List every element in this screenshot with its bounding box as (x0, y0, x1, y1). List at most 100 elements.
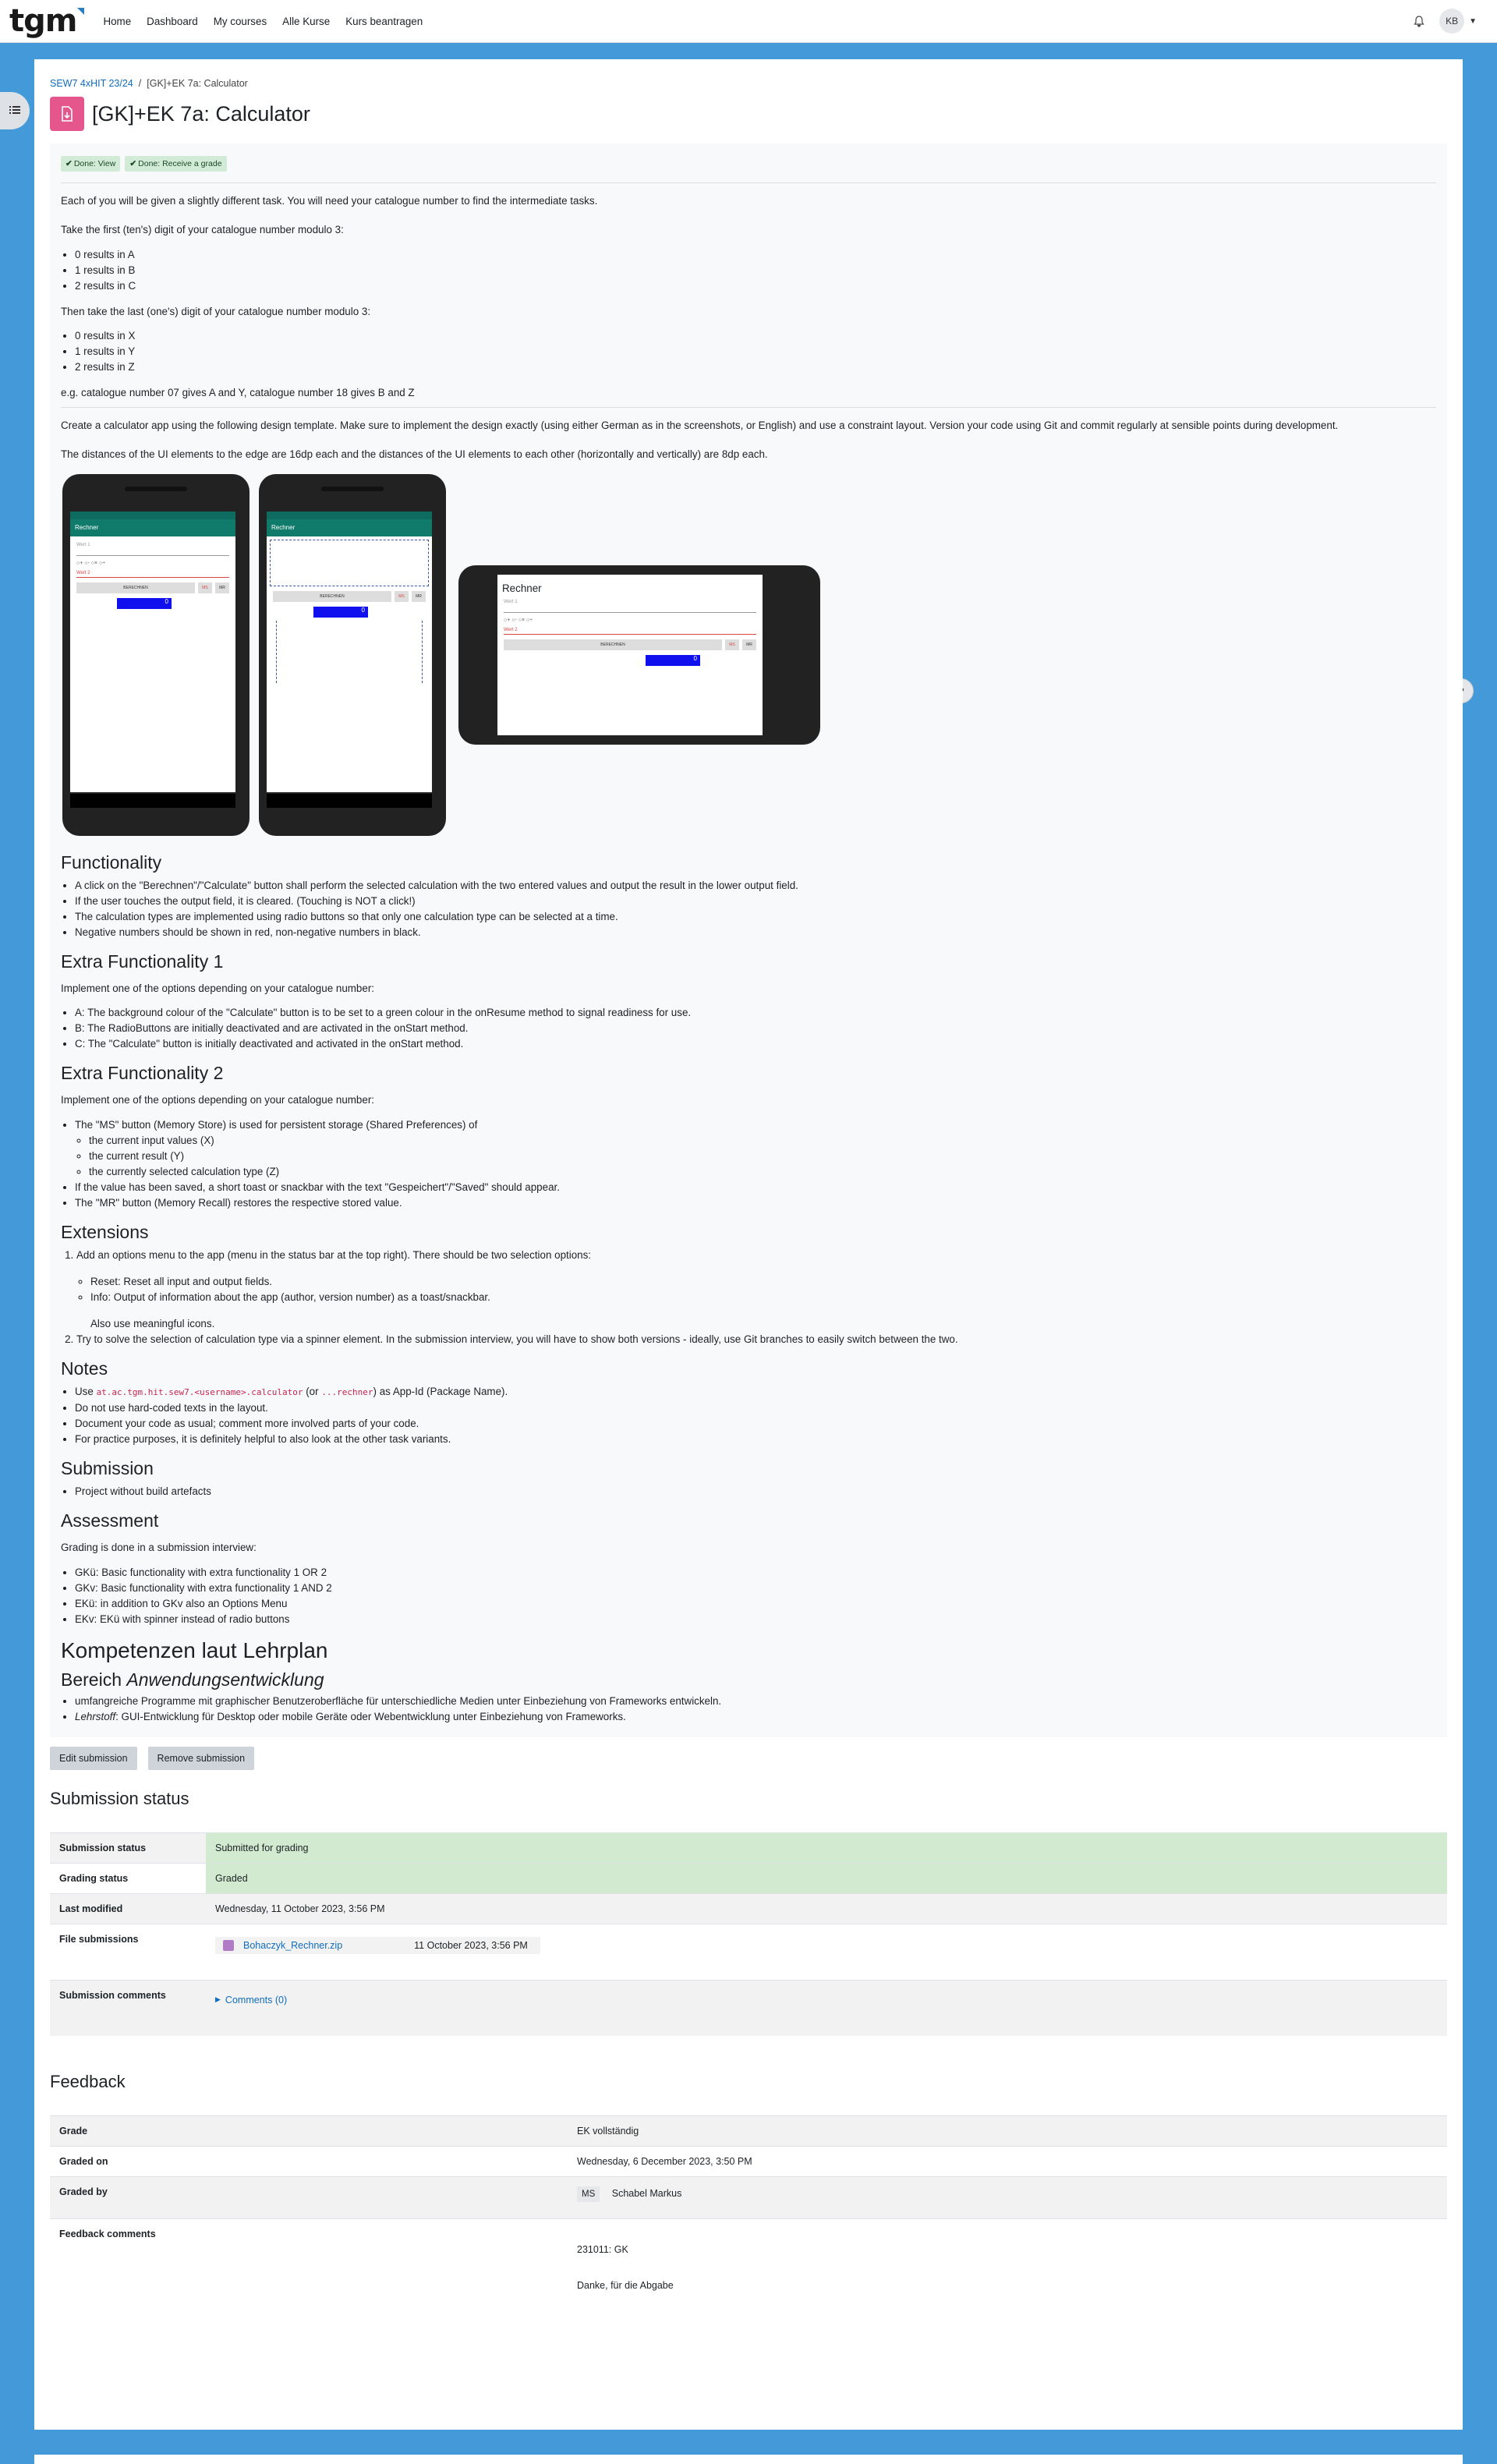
list-item: Info: Output of information about the ap… (90, 1290, 1436, 1305)
user-menu-chevron-down-icon[interactable]: ▼ (1469, 17, 1477, 26)
app-id-code: at.ac.tgm.hit.sew7.<username>.calculator (96, 1387, 303, 1398)
grading-status-label: Grading status (50, 1862, 206, 1894)
grader-name[interactable]: Schabel Markus (612, 2188, 682, 2199)
list-item: Use at.ac.tgm.hit.sew7.<username>.calcul… (75, 1384, 1436, 1400)
submission-comments-label: Submission comments (50, 1979, 206, 2037)
list-item: EKv: EKü with spinner instead of radio b… (75, 1612, 1436, 1627)
feedback-comments-label: Feedback comments (50, 2218, 568, 2326)
table-row: Graded by MS Schabel Markus (50, 2176, 1447, 2219)
divider (61, 182, 1436, 183)
list-item: 1 results in B (75, 263, 1436, 278)
task-paragraph: Create a calculator app using the follow… (61, 420, 1339, 432)
extra1-intro: Implement one of the options depending o… (61, 982, 374, 994)
mockup-calc-button: BERECHNEN (504, 639, 722, 650)
mockup-calc-button: BERECHNEN (273, 590, 391, 602)
icons-note: Also use meaningful icons. (90, 1318, 215, 1330)
top-navbar: tgm Home Dashboard My courses Alle Kurse… (0, 0, 1497, 43)
submission-heading: Submission (61, 1458, 154, 1479)
mockup-value2-label: Wert 2 (76, 570, 90, 575)
completion-badge-grade: ✔ Done: Receive a grade (125, 156, 227, 172)
intro-paragraph: Take the first (ten's) digit of your cat… (61, 223, 344, 235)
mockup-app-title: Rechner (502, 582, 542, 594)
table-row: Submission status Submitted for grading (50, 1832, 1447, 1864)
mockup-app-title: Rechner (267, 519, 432, 536)
submission-status-value: Submitted for grading (206, 1832, 1447, 1864)
nav-kurs-beantragen[interactable]: Kurs beantragen (345, 16, 423, 27)
nav-alle-kurse[interactable]: Alle Kurse (282, 16, 330, 27)
file-submissions-label: File submissions (50, 1923, 206, 1981)
functionality-list: A click on the "Berechnen"/"Calculate" b… (75, 878, 1436, 940)
submission-status-label: Submission status (50, 1832, 206, 1864)
user-avatar[interactable]: KB (1439, 9, 1465, 34)
ones-digit-list: 0 results in X 1 results in Y 2 results … (75, 328, 1436, 375)
list-item: If the user touches the output field, it… (75, 894, 1436, 909)
mockup-ms-button: MS (198, 582, 212, 593)
divider (61, 407, 1436, 409)
completion-badge-view: ✔ Done: View (61, 156, 121, 172)
list-item: 2 results in Z (75, 359, 1436, 375)
mockup-output: 0 (117, 597, 172, 609)
main-content: SEW7 4xHIT 23/24 / [GK]+EK 7a: Calculato… (34, 59, 1463, 2430)
submitted-file-date: 11 October 2023, 3:56 PM (414, 1939, 528, 1951)
table-row: Graded on Wednesday, 6 December 2023, 3:… (50, 2146, 1447, 2177)
nav-my-courses[interactable]: My courses (214, 16, 267, 27)
course-index-toggle-button[interactable] (0, 92, 30, 129)
table-row: Feedback comments 231011: GK Danke, für … (50, 2218, 1447, 2326)
intro-paragraph: Each of you will be given a slightly dif… (61, 195, 598, 207)
list-item: The calculation types are implemented us… (75, 909, 1436, 925)
mockup-ms-button: MS (725, 639, 739, 650)
nav-home[interactable]: Home (103, 16, 131, 27)
assessment-heading: Assessment (61, 1510, 159, 1531)
table-row: Grade EK vollständig (50, 2115, 1447, 2147)
submitted-file: Bohaczyk_Rechner.zip 11 October 2023, 3:… (215, 1936, 540, 1954)
mockup-value2-label: Wert 2 (504, 627, 518, 632)
table-row: Grading status Graded (50, 1862, 1447, 1894)
notification-bell-icon[interactable] (1413, 15, 1425, 27)
table-row: File submissions Bohaczyk_Rechner.zip 11… (50, 1923, 1447, 1981)
mockup-value1-label: Wert 1 (504, 599, 518, 604)
grader-avatar: MS (577, 2186, 600, 2203)
mockup-value1-label: Wert 1 (76, 542, 90, 547)
graded-on-value: Wednesday, 6 December 2023, 3:50 PM (568, 2146, 1447, 2177)
mockup-mr-button: MR (412, 590, 426, 602)
notes-list: Use at.ac.tgm.hit.sew7.<username>.calcul… (75, 1384, 1436, 1447)
breadcrumb-course-link[interactable]: SEW7 4xHIT 23/24 (50, 78, 133, 89)
list-item: C: The "Calculate" button is initially d… (75, 1036, 1436, 1052)
bereich-heading: Bereich Anwendungsentwicklung (61, 1669, 324, 1690)
last-modified-value: Wednesday, 11 October 2023, 3:56 PM (206, 1892, 1447, 1924)
list-item: 1 results in Y (75, 344, 1436, 359)
tens-digit-list: 0 results in A 1 results in B 2 results … (75, 247, 1436, 294)
phone-mockup-portrait: Rechner Wert 1 ○+ ○- ○× ○÷ Wert 2 BERECH… (62, 473, 250, 836)
edit-submission-button[interactable]: Edit submission (50, 1746, 137, 1770)
nav-dashboard[interactable]: Dashboard (147, 16, 198, 27)
feedback-comment-line: Danke, für die Abgabe (577, 2280, 674, 2292)
list-item: the current result (Y) (89, 1149, 1436, 1164)
mockup-ms-button: MS (395, 590, 409, 602)
submission-status-table: Submission status Submitted for grading … (50, 1832, 1447, 2037)
list-item: 0 results in X (75, 328, 1436, 344)
list-item: A click on the "Berechnen"/"Calculate" b… (75, 878, 1436, 894)
remove-submission-button[interactable]: Remove submission (147, 1746, 255, 1770)
assessment-list: GKü: Basic functionality with extra func… (75, 1565, 1436, 1627)
breadcrumb-current: [GK]+EK 7a: Calculator (147, 78, 248, 89)
list-item: If the value has been saved, a short toa… (75, 1180, 1436, 1195)
site-logo[interactable]: tgm (9, 5, 85, 37)
list-item: The "MR" button (Memory Recall) restores… (75, 1195, 1436, 1211)
phone-mockup-dimensions: Rechner BERECHNEN MS MR 0 (259, 473, 446, 836)
comments-toggle[interactable]: ▶ Comments (0) (215, 1995, 1438, 2006)
footer-strip (34, 2455, 1463, 2464)
notes-heading: Notes (61, 1358, 108, 1379)
assessment-intro: Grading is done in a submission intervie… (61, 1542, 257, 1554)
table-row: Last modified Wednesday, 11 October 2023… (50, 1892, 1447, 1924)
list-item: The "MS" button (Memory Store) is used f… (75, 1117, 1436, 1180)
phone-mockup-landscape: Rechner Wert 1 ○+ ○- ○× ○÷ Wert 2 BERECH… (458, 565, 820, 745)
list-item: the currently selected calculation type … (89, 1164, 1436, 1180)
kompetenzen-heading: Kompetenzen laut Lehrplan (61, 1637, 328, 1662)
submitted-file-link[interactable]: Bohaczyk_Rechner.zip (243, 1940, 342, 1951)
kompetenzen-list: umfangreiche Programme mit graphischer B… (75, 1694, 1436, 1725)
list-item: the current input values (X) (89, 1133, 1436, 1149)
submission-status-heading: Submission status (50, 1788, 189, 1808)
grade-value: EK vollständig (568, 2115, 1447, 2147)
mockup-calc-button: BERECHNEN (76, 582, 195, 593)
feedback-comment-line: 231011: GK (577, 2244, 628, 2256)
